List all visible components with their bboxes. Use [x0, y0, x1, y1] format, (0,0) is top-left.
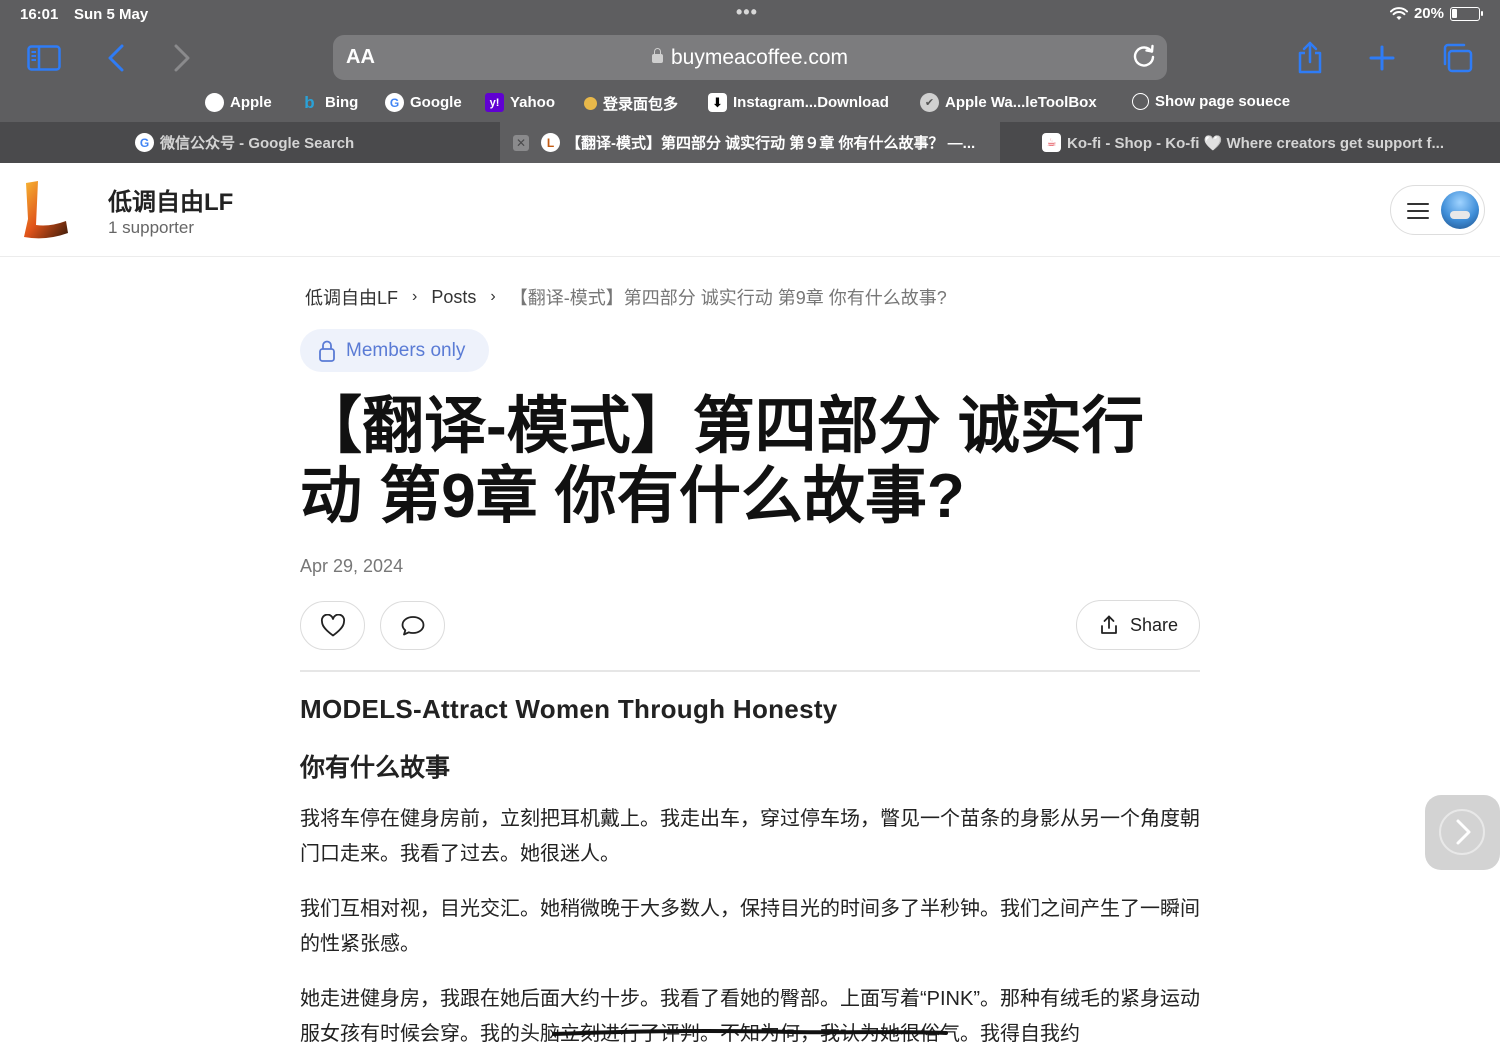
pen-strike-mark — [552, 1028, 948, 1036]
tab-title: Ko-fi - Shop - Ko-fi 🤍 Where creators ge… — [1067, 134, 1445, 152]
hamburger-icon — [1407, 203, 1429, 219]
download-icon: ⬇ — [708, 93, 727, 112]
bookmark-label: Bing — [325, 94, 359, 111]
chevron-right-icon: › — [490, 288, 496, 305]
bookmark-google[interactable]: G Google — [385, 93, 462, 112]
bookmark-apple[interactable]: Apple — [205, 93, 272, 112]
paragraph: 我们互相对视，目光交汇。她稍微晚于大多数人，保持目光的时间多了半秒钟。我们之间产… — [300, 898, 1200, 955]
like-button[interactable] — [300, 601, 365, 650]
paragraph: 我将车停在健身房前，立刻把耳机戴上。我走出车，穿过停车场，瞥见一个苗条的身影从另… — [300, 808, 1200, 865]
bookmark-label: Google — [410, 94, 462, 111]
breadcrumb-home[interactable]: 低调自由LF — [305, 284, 398, 310]
ko-fi-icon: ☕ — [1042, 133, 1061, 152]
creator-header: 低调自由LF 1 supporter — [0, 163, 1500, 257]
share-label: Share — [1129, 614, 1179, 635]
supporter-count: 1 supporter — [108, 218, 194, 237]
tab-current-post[interactable]: ✕ L 【翻译-模式】第四部分 诚实行动 第９章 你有什么故事？ —... — [500, 122, 1000, 163]
share-sheet-icon[interactable] — [1290, 38, 1330, 78]
section-heading: 你有什么故事 — [300, 754, 451, 782]
share-icon — [1101, 615, 1117, 634]
mianbaoduo-icon — [584, 97, 597, 110]
globe-icon — [1132, 93, 1149, 110]
bookmark-show-source[interactable]: Show page souece — [1132, 93, 1290, 110]
bookmark-label: Instagram...Download — [733, 94, 889, 111]
battery-percent: 20% — [1413, 5, 1444, 22]
tab-bar: G 微信公众号 - Google Search ✕ L 【翻译-模式】第四部分 … — [0, 122, 1500, 163]
heart-icon — [320, 613, 345, 636]
bookmark-apple-toolbox[interactable]: ✔ Apple Wa...leToolBox — [920, 93, 1097, 112]
chevron-right-icon: › — [412, 288, 418, 305]
comment-button[interactable] — [380, 601, 445, 650]
chevron-right-icon — [1439, 809, 1485, 855]
status-date: Sun 5 May — [74, 6, 149, 23]
google-icon: G — [385, 93, 404, 112]
forward-icon[interactable] — [162, 38, 202, 78]
lock-icon — [319, 340, 335, 362]
post-title: 【翻译-模式】第四部分 诚实行动 第9章 你有什么故事? — [300, 392, 1144, 531]
reload-icon[interactable] — [1131, 43, 1157, 74]
battery-icon — [1450, 6, 1483, 21]
lock-icon — [651, 48, 663, 63]
bookmark-label: Show page souece — [1155, 93, 1291, 110]
url-text: buymeacoffee.com — [670, 46, 849, 69]
status-time: 16:01 — [20, 6, 59, 23]
bookmark-mianbaoduo[interactable]: 登录面包多 — [584, 93, 678, 114]
bookmark-yahoo[interactable]: y! Yahoo — [485, 93, 555, 112]
bookmark-label: Yahoo — [510, 94, 556, 111]
breadcrumb-posts[interactable]: Posts — [431, 287, 476, 308]
creator-logo[interactable] — [20, 179, 72, 241]
tab-title: 微信公众号 - Google Search — [160, 135, 355, 152]
apple-icon — [205, 93, 224, 112]
members-only-badge: Members only — [300, 329, 489, 372]
divider — [300, 670, 1200, 672]
bookmark-bing[interactable]: b Bing — [300, 93, 358, 112]
address-bar[interactable]: AA buymeacoffee.com — [333, 35, 1167, 80]
wifi-icon — [1389, 6, 1408, 20]
favorites-bar: Apple b Bing G Google y! Yahoo 登录面包多 ⬇ Insta… — [0, 88, 1500, 120]
share-button[interactable]: Share — [1076, 600, 1200, 650]
comment-icon — [401, 615, 424, 635]
status-right: 20% — [1389, 5, 1483, 22]
sidebar-toggle-icon[interactable] — [24, 38, 64, 78]
google-icon: G — [135, 133, 154, 152]
back-icon[interactable] — [96, 38, 136, 78]
post-subheading: MODELS-Attract Women Through Honesty — [300, 694, 838, 724]
bookmark-label: Apple Wa...leToolBox — [945, 94, 1097, 111]
creator-name[interactable]: 低调自由LF — [108, 182, 233, 217]
tab-ko-fi[interactable]: ☕ Ko-fi - Shop - Ko-fi 🤍 Where creators … — [1042, 122, 1500, 163]
account-menu-button[interactable] — [1390, 185, 1485, 235]
bing-icon: b — [304, 92, 315, 112]
tab-google-search[interactable]: G 微信公众号 - Google Search — [135, 122, 495, 163]
avatar — [1441, 191, 1479, 229]
url-display[interactable]: buymeacoffee.com — [333, 46, 1167, 70]
new-tab-icon[interactable] — [1362, 38, 1402, 78]
bookmark-label: Apple — [230, 94, 272, 111]
bookmark-instagram-download[interactable]: ⬇ Instagram...Download — [708, 93, 889, 112]
browser-chrome: 16:01 Sun 5 May ••• 20% AA buymeacoffee.… — [0, 0, 1500, 163]
yahoo-icon: y! — [485, 93, 504, 112]
breadcrumb: 低调自由LF › Posts › 【翻译-模式】第四部分 诚实行动 第9章 你有… — [305, 284, 947, 310]
badge-label: Members only — [346, 339, 466, 361]
tab-title: 【翻译-模式】第四部分 诚实行动 第９章 你有什么故事？ —... — [566, 135, 976, 152]
creator-favicon-icon: L — [541, 133, 560, 152]
close-icon[interactable]: ✕ — [513, 134, 529, 151]
breadcrumb-current: 【翻译-模式】第四部分 诚实行动 第9章 你有什么故事? — [509, 288, 947, 308]
toolbox-icon: ✔ — [920, 93, 939, 112]
post-date: Apr 29, 2024 — [300, 556, 404, 576]
status-bar: 16:01 Sun 5 May ••• 20% — [0, 0, 1500, 30]
next-page-button[interactable] — [1425, 795, 1500, 870]
battery-level — [1452, 8, 1457, 18]
multitasking-dots-icon[interactable]: ••• — [736, 2, 758, 23]
tab-overview-icon[interactable] — [1437, 38, 1477, 78]
bookmark-label: 登录面包多 — [603, 96, 679, 113]
